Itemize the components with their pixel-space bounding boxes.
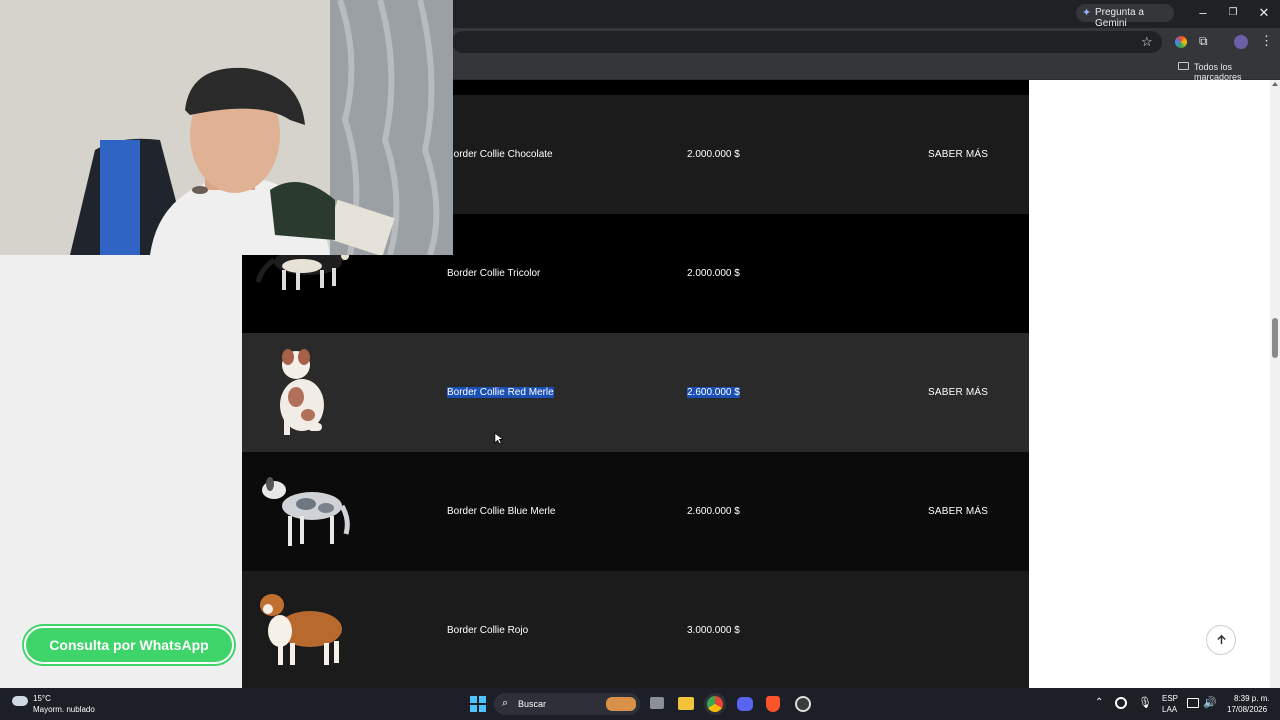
profile-avatar[interactable] — [1234, 35, 1248, 49]
gemini-label: Pregunta a Gemini — [1095, 7, 1144, 29]
table-row: Border Collie Rojo 3.000.000 $ — [242, 571, 1029, 688]
whatsapp-consult-button[interactable]: Consulta por WhatsApp — [24, 626, 234, 664]
saber-mas-link[interactable]: SABER MÁS — [928, 506, 988, 517]
weather-description[interactable]: Mayorm. nublado — [33, 705, 95, 714]
omnibox[interactable] — [452, 31, 1162, 53]
clock-time[interactable]: 8:39 p. m. — [1234, 694, 1270, 703]
arrow-up-icon — [1217, 634, 1226, 645]
task-view-icon[interactable] — [650, 697, 664, 709]
scroll-to-top-button[interactable] — [1206, 625, 1236, 655]
table-row: Border Collie Blue Merle 2.600.000 $ SAB… — [242, 452, 1029, 571]
product-price: 2.000.000 $ — [687, 268, 740, 279]
saber-mas-link[interactable]: SABER MÁS — [928, 387, 988, 398]
table-row: Border Collie Red Merle 2.600.000 $ SABE… — [242, 333, 1029, 452]
product-price: 2.600.000 $ — [687, 506, 740, 517]
weather-temperature[interactable]: 15°C — [33, 694, 51, 703]
dog-thumbnail-blue-merle — [262, 477, 350, 546]
search-label: Buscar — [518, 699, 547, 709]
all-bookmarks-link[interactable]: Todos los marcadores — [1194, 62, 1280, 82]
dog-thumbnail-rojo — [260, 594, 342, 665]
product-price: 3.000.000 $ — [687, 625, 740, 636]
right-sidebar-panel — [1029, 80, 1270, 688]
volume-icon[interactable]: 🔊 — [1203, 696, 1217, 709]
browser-menu-icon[interactable]: ⋮ — [1260, 33, 1273, 49]
microphone-icon[interactable]: 🎙 — [1138, 696, 1152, 709]
dog-thumbnail-red-merle — [280, 349, 324, 435]
folder-icon — [1178, 62, 1189, 70]
restore-icon[interactable]: ❐ — [1218, 7, 1248, 18]
close-window-icon[interactable]: ✕ — [1249, 5, 1279, 21]
chrome-icon[interactable] — [707, 696, 723, 712]
show-hidden-icons-icon[interactable]: ⌃ — [1095, 697, 1103, 708]
weather-icon — [12, 696, 28, 706]
file-explorer-icon[interactable] — [678, 697, 694, 710]
bookmark-star-icon[interactable]: ☆ — [1141, 34, 1153, 50]
product-name: Border Collie Chocolate — [447, 149, 553, 160]
refresh-app-icon[interactable] — [1115, 697, 1127, 709]
extension-color-icon[interactable] — [1175, 36, 1187, 48]
product-name: Border Collie Rojo — [447, 625, 529, 636]
webcam-video-frame — [0, 0, 453, 255]
brave-icon[interactable] — [766, 696, 780, 712]
clock-date[interactable]: 17/08/2026 — [1227, 705, 1267, 714]
windows-start-icon[interactable] — [470, 696, 486, 712]
search-icon: ⌕ — [502, 697, 509, 709]
discord-icon[interactable] — [737, 697, 753, 711]
extensions-puzzle-icon[interactable]: ⧉ — [1199, 34, 1208, 49]
scroll-up-arrow-icon[interactable] — [1272, 82, 1278, 86]
product-name: Border Collie Blue Merle — [447, 506, 556, 517]
language-bottom[interactable]: LAA — [1162, 705, 1177, 714]
page-scrollbar[interactable] — [1270, 80, 1280, 688]
gemini-sparkle-icon: ✦ — [1082, 7, 1092, 19]
saber-mas-link[interactable]: SABER MÁS — [928, 149, 988, 160]
taskbar-search-box[interactable]: ⌕ Buscar — [494, 693, 640, 715]
gemini-button[interactable]: ✦ Pregunta a Gemini — [1076, 4, 1174, 29]
product-name: Border Collie Tricolor — [447, 268, 541, 279]
minimize-icon[interactable]: – — [1188, 5, 1218, 20]
mouse-cursor-icon — [494, 432, 503, 445]
obs-icon[interactable] — [795, 696, 811, 712]
product-price: 2.000.000 $ — [687, 149, 740, 160]
windows-taskbar: 15°C Mayorm. nublado — [0, 688, 1280, 720]
product-price: 2.600.000 $ — [687, 387, 740, 398]
language-top[interactable]: ESP — [1162, 694, 1178, 703]
webcam-overlay — [0, 0, 453, 255]
search-highlight-icon — [606, 697, 636, 711]
scrollbar-thumb[interactable] — [1272, 318, 1278, 358]
product-name: Border Collie Red Merle — [447, 387, 554, 398]
network-icon[interactable] — [1187, 698, 1199, 708]
